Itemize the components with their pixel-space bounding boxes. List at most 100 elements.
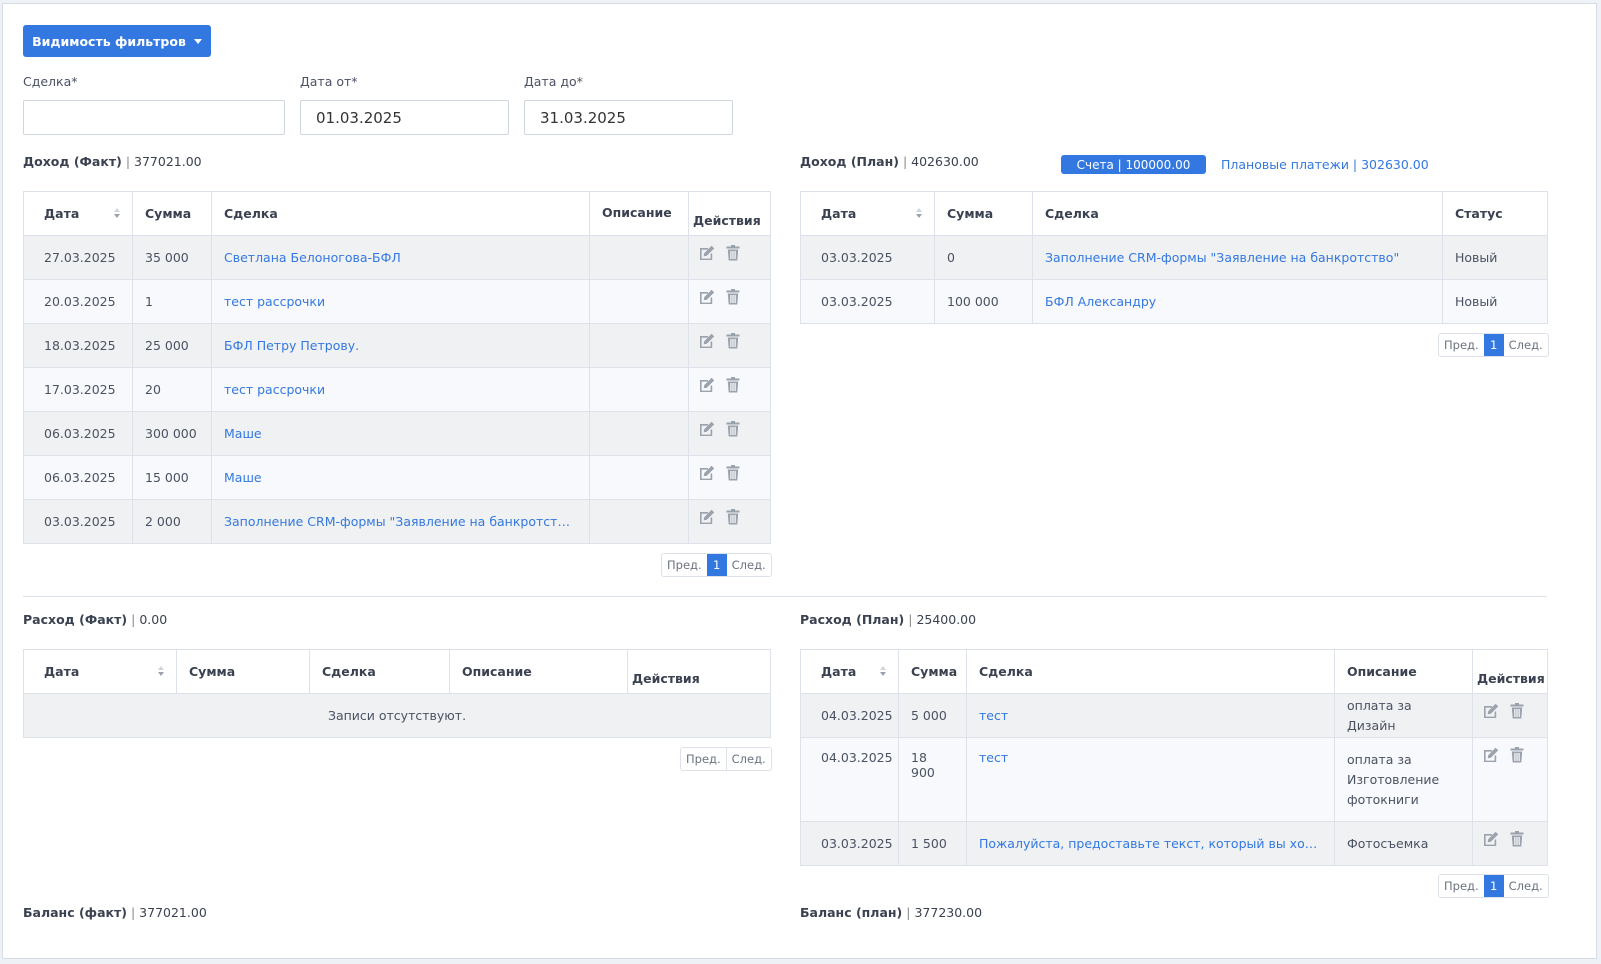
sum-value: 1 <box>145 294 153 309</box>
expense-plan-table: Дата Сумма Сделка Описание Действия 04.0… <box>800 649 1548 866</box>
deal-link[interactable]: тест <box>979 708 1322 723</box>
planned-payments-link[interactable]: Плановые платежи | 302630.00 <box>1221 157 1429 172</box>
expense-fact-label: Расход (Факт) <box>23 612 128 627</box>
expense-plan-title: Расход (План) | 25400.00 <box>800 612 977 627</box>
deal-filter-input[interactable] <box>23 100 285 135</box>
cell-date: 20.03.2025 <box>23 279 133 324</box>
trash-icon[interactable] <box>724 508 742 526</box>
cell-date: 04.03.2025 <box>800 693 899 738</box>
cell-date: 17.03.2025 <box>23 367 133 412</box>
balance-fact: Баланс (факт) | 377021.00 <box>23 905 207 920</box>
sort-icon[interactable] <box>880 666 886 676</box>
trash-icon[interactable] <box>1508 702 1526 720</box>
cell-desc: оплата за Дизайн <box>1334 693 1473 738</box>
edit-icon[interactable] <box>698 288 716 306</box>
edit-icon[interactable] <box>1482 830 1500 848</box>
date-to-input[interactable] <box>524 100 733 135</box>
column-header-date[interactable]: Дата <box>23 649 177 694</box>
column-header-status: Статус <box>1442 191 1548 236</box>
deal-link[interactable]: Маше <box>224 426 577 441</box>
cell-sum: 1 500 <box>898 821 967 866</box>
deal-link[interactable]: БФЛ Петру Петрову. <box>224 338 577 353</box>
cell-sum: 25 000 <box>132 323 212 368</box>
trash-icon[interactable] <box>1508 830 1526 848</box>
sum-value: 1 500 <box>911 836 947 851</box>
prev-page-button[interactable]: Пред. <box>1439 875 1484 897</box>
page-1-button[interactable]: 1 <box>706 554 727 576</box>
expense-fact-table: Дата Сумма Сделка Описание Действия Запи… <box>23 649 771 738</box>
edit-icon[interactable] <box>1482 746 1500 764</box>
edit-icon[interactable] <box>698 508 716 526</box>
trash-icon[interactable] <box>1508 746 1526 764</box>
cell-deal: тест <box>966 693 1335 738</box>
deal-link[interactable]: Маше <box>224 470 577 485</box>
table-row: 17.03.2025 20 тест рассрочки <box>23 367 771 412</box>
invoices-badge[interactable]: Счета | 100000.00 <box>1061 155 1206 174</box>
cell-date: 03.03.2025 <box>23 499 133 544</box>
sort-icon[interactable] <box>114 208 120 218</box>
prev-page-button[interactable]: Пред. <box>1439 334 1484 356</box>
edit-icon[interactable] <box>698 376 716 394</box>
cell-date: 03.03.2025 <box>800 821 899 866</box>
sort-icon[interactable] <box>158 666 164 676</box>
sum-value: 300 000 <box>145 426 197 441</box>
page-1-button[interactable]: 1 <box>1483 875 1504 897</box>
column-header-description: Описание <box>1334 649 1473 694</box>
date-to-label: Дата до* <box>524 74 583 89</box>
next-page-button[interactable]: След. <box>727 554 771 576</box>
cell-sum: 100 000 <box>934 279 1033 324</box>
actions-group <box>698 244 758 262</box>
deal-link[interactable]: тест рассрочки <box>224 382 577 397</box>
deal-link[interactable]: Заполнение CRM-формы "Заявление на банкр… <box>224 514 577 529</box>
deal-link[interactable]: Пожалуйста, предоставьте текст, который … <box>979 836 1322 851</box>
deal-link[interactable]: тест <box>979 750 1322 765</box>
deal-link[interactable]: БФЛ Александру <box>1045 294 1430 309</box>
edit-icon[interactable] <box>698 244 716 262</box>
next-page-button[interactable]: След. <box>1504 875 1548 897</box>
trash-icon[interactable] <box>724 244 742 262</box>
cell-sum: 18 900 <box>898 737 967 822</box>
cell-sum: 5 000 <box>898 693 967 738</box>
date-from-input[interactable] <box>300 100 509 135</box>
row-actions <box>688 235 771 280</box>
edit-icon[interactable] <box>698 420 716 438</box>
trash-icon[interactable] <box>724 288 742 306</box>
column-header-date[interactable]: Дата <box>23 191 133 236</box>
next-page-button[interactable]: След. <box>1504 334 1548 356</box>
date-value: 18.03.2025 <box>44 338 116 353</box>
cell-deal: Светлана Белоногова-БФЛ <box>211 235 590 280</box>
edit-icon[interactable] <box>698 332 716 350</box>
table-row: 03.03.2025 100 000 БФЛ Александру Новый <box>800 279 1548 324</box>
cell-desc <box>589 455 689 500</box>
actions-group <box>1482 702 1535 720</box>
next-page-button[interactable]: След. <box>725 748 771 770</box>
sort-icon[interactable] <box>916 208 922 218</box>
filter-visibility-button[interactable]: Видимость фильтров <box>23 25 211 57</box>
column-header-sum: Сумма <box>934 191 1033 236</box>
deal-link[interactable]: тест рассрочки <box>224 294 577 309</box>
edit-icon[interactable] <box>1482 702 1500 720</box>
table-row: 18.03.2025 25 000 БФЛ Петру Петрову. <box>23 323 771 368</box>
trash-icon[interactable] <box>724 464 742 482</box>
trash-icon[interactable] <box>724 376 742 394</box>
date-value: 20.03.2025 <box>44 294 116 309</box>
balance-plan-total: 377230.00 <box>914 905 983 920</box>
row-actions <box>688 455 771 500</box>
column-header-date[interactable]: Дата <box>800 649 899 694</box>
prev-page-button[interactable]: Пред. <box>681 748 726 770</box>
date-value: 03.03.2025 <box>821 836 893 851</box>
balance-plan-label: Баланс (план) <box>800 905 903 920</box>
cell-date: 04.03.2025 <box>800 737 899 822</box>
trash-icon[interactable] <box>724 332 742 350</box>
page-1-button[interactable]: 1 <box>1483 334 1504 356</box>
deal-link[interactable]: Заполнение CRM-формы "Заявление на банкр… <box>1045 250 1430 265</box>
trash-icon[interactable] <box>724 420 742 438</box>
deal-link[interactable]: Светлана Белоногова-БФЛ <box>224 250 577 265</box>
column-header-date[interactable]: Дата <box>800 191 935 236</box>
status-value: Новый <box>1455 250 1498 265</box>
actions-group <box>698 420 758 438</box>
prev-page-button[interactable]: Пред. <box>662 554 707 576</box>
edit-icon[interactable] <box>698 464 716 482</box>
empty-message: Записи отсутствуют. <box>23 693 771 738</box>
table-row: 06.03.2025 15 000 Маше <box>23 455 771 500</box>
